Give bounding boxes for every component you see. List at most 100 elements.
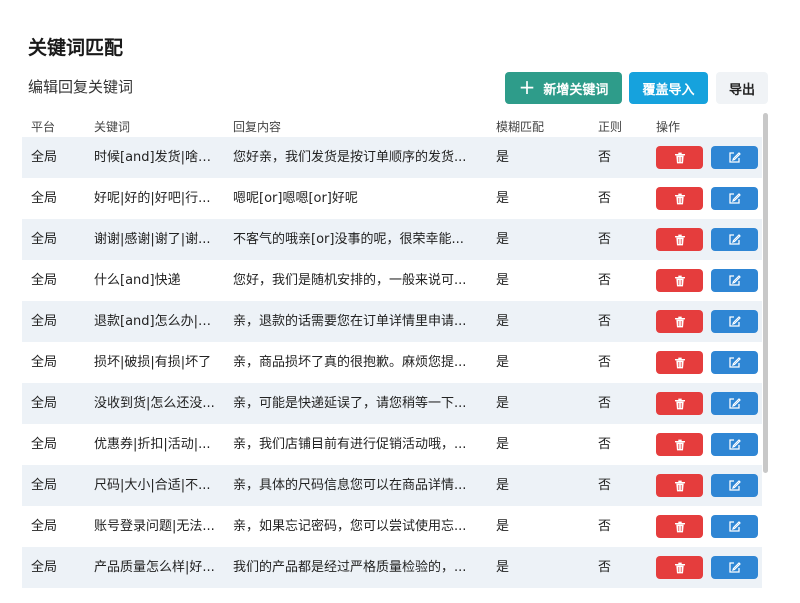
edit-button[interactable] xyxy=(711,187,758,210)
cell-platform: 全局 xyxy=(31,191,58,206)
edit-icon xyxy=(728,356,741,369)
edit-icon xyxy=(728,520,741,533)
cell-reply: 您好，我们是随机安排的，一般来说可... xyxy=(233,273,467,288)
cell-keyword: 退款[and]怎么办|怎... xyxy=(94,314,220,329)
table-row: 全局 账号登录问题|无法... 亲，如果忘记密码，您可以尝试使用忘... 是 否 xyxy=(22,506,762,547)
cell-fuzzy: 是 xyxy=(496,519,510,534)
table-row: 全局 损坏|破损|有损|坏了 亲，商品损坏了真的很抱歉。麻烦您提... 是 否 xyxy=(22,342,762,383)
cell-platform: 全局 xyxy=(31,478,58,493)
delete-button[interactable] xyxy=(656,433,703,456)
edit-button[interactable] xyxy=(711,228,758,251)
cell-fuzzy: 是 xyxy=(496,560,510,575)
keyword-table: 平台 关键词 回复内容 模糊匹配 正则 操作 全局 时候[and]发货|啥时...… xyxy=(22,113,762,588)
edit-icon xyxy=(728,479,741,492)
table-scrollbar[interactable] xyxy=(763,113,768,473)
header-platform: 平台 xyxy=(31,120,56,134)
cell-reply: 您好亲，我们发货是按订单顺序的发货... xyxy=(233,150,467,165)
cell-platform: 全局 xyxy=(31,396,58,411)
cell-fuzzy: 是 xyxy=(496,150,510,165)
trash-icon xyxy=(674,439,686,451)
edit-icon xyxy=(728,397,741,410)
cell-keyword: 什么[and]快递 xyxy=(94,273,181,288)
delete-button[interactable] xyxy=(656,474,703,497)
delete-button[interactable] xyxy=(656,146,703,169)
cell-reply: 亲，可能是快递延误了，请您稍等一下... xyxy=(233,396,467,411)
cell-fuzzy: 是 xyxy=(496,273,510,288)
cell-reply: 我们的产品都是经过严格质量检验的，... xyxy=(233,560,467,575)
cell-fuzzy: 是 xyxy=(496,437,510,452)
add-keyword-label: 新增关键词 xyxy=(543,82,609,98)
trash-icon xyxy=(674,357,686,369)
cell-keyword: 损坏|破损|有损|坏了 xyxy=(94,355,212,370)
trash-icon xyxy=(674,234,686,246)
edit-icon xyxy=(728,274,741,287)
edit-button[interactable] xyxy=(711,351,758,374)
cell-fuzzy: 是 xyxy=(496,232,510,247)
cell-reply: 亲，如果忘记密码，您可以尝试使用忘... xyxy=(233,519,467,534)
cell-reply: 亲，商品损坏了真的很抱歉。麻烦您提... xyxy=(233,355,467,370)
cell-reply: 亲，退款的话需要您在订单详情里申请... xyxy=(233,314,467,329)
cell-regex: 否 xyxy=(598,478,612,493)
delete-button[interactable] xyxy=(656,351,703,374)
edit-button[interactable] xyxy=(711,310,758,333)
delete-button[interactable] xyxy=(656,392,703,415)
overwrite-import-button[interactable]: 覆盖导入 xyxy=(629,72,708,104)
cell-reply: 亲，具体的尺码信息您可以在商品详情... xyxy=(233,478,467,493)
cell-fuzzy: 是 xyxy=(496,396,510,411)
add-keyword-button[interactable]: + 新增关键词 xyxy=(505,72,622,104)
delete-button[interactable] xyxy=(656,187,703,210)
cell-platform: 全局 xyxy=(31,519,58,534)
cell-regex: 否 xyxy=(598,437,612,452)
table-row: 全局 什么[and]快递 您好，我们是随机安排的，一般来说可... 是 否 xyxy=(22,260,762,301)
edit-button[interactable] xyxy=(711,556,758,579)
cell-keyword: 账号登录问题|无法... xyxy=(94,519,215,534)
trash-icon xyxy=(674,275,686,287)
delete-button[interactable] xyxy=(656,310,703,333)
trash-icon xyxy=(674,398,686,410)
plus-icon: + xyxy=(518,75,536,99)
cell-fuzzy: 是 xyxy=(496,355,510,370)
cell-regex: 否 xyxy=(598,519,612,534)
cell-regex: 否 xyxy=(598,273,612,288)
cell-keyword: 产品质量怎么样|好... xyxy=(94,560,215,575)
edit-button[interactable] xyxy=(711,433,758,456)
cell-regex: 否 xyxy=(598,232,612,247)
export-button[interactable]: 导出 xyxy=(716,72,768,104)
table-body: 全局 时候[and]发货|啥时... 您好亲，我们发货是按订单顺序的发货... 是否全… xyxy=(22,137,762,588)
table-row: 全局 退款[and]怎么办|怎... 亲，退款的话需要您在订单详情里申请... 是 否 xyxy=(22,301,762,342)
cell-platform: 全局 xyxy=(31,314,58,329)
delete-button[interactable] xyxy=(656,269,703,292)
edit-icon xyxy=(728,561,741,574)
delete-button[interactable] xyxy=(656,515,703,538)
cell-keyword: 尺码|大小|合适|不... xyxy=(94,478,211,493)
edit-icon xyxy=(728,315,741,328)
table-row: 全局 尺码|大小|合适|不... 亲，具体的尺码信息您可以在商品详情... 是 否 xyxy=(22,465,762,506)
table-header: 平台 关键词 回复内容 模糊匹配 正则 操作 xyxy=(22,113,762,137)
edit-button[interactable] xyxy=(711,269,758,292)
delete-button[interactable] xyxy=(656,228,703,251)
edit-button[interactable] xyxy=(711,392,758,415)
cell-fuzzy: 是 xyxy=(496,191,510,206)
trash-icon xyxy=(674,480,686,492)
page-subtitle: 编辑回复关键词 xyxy=(28,78,134,96)
trash-icon xyxy=(674,152,686,164)
edit-icon xyxy=(728,438,741,451)
table-row: 全局 时候[and]发货|啥时... 您好亲，我们发货是按订单顺序的发货... 是 否 xyxy=(22,137,762,178)
cell-fuzzy: 是 xyxy=(496,478,510,493)
cell-keyword: 优惠券|折扣|活动|... xyxy=(94,437,211,452)
cell-regex: 否 xyxy=(598,314,612,329)
edit-button[interactable] xyxy=(711,515,758,538)
cell-platform: 全局 xyxy=(31,150,58,165)
edit-button[interactable] xyxy=(711,474,758,497)
trash-icon xyxy=(674,316,686,328)
edit-button[interactable] xyxy=(711,146,758,169)
delete-button[interactable] xyxy=(656,556,703,579)
cell-reply: 亲，我们店铺目前有进行促销活动哦，... xyxy=(233,437,467,452)
cell-platform: 全局 xyxy=(31,560,58,575)
cell-reply: 不客气的哦亲[or]没事的呢，很荣幸能... xyxy=(233,232,464,247)
header-keyword: 关键词 xyxy=(94,120,131,134)
table-row: 全局 好呢|好的|好吧|行... 嗯呢[or]嗯嗯[or]好呢 是 否 xyxy=(22,178,762,219)
table-row: 全局 产品质量怎么样|好... 我们的产品都是经过严格质量检验的，... 是 否 xyxy=(22,547,762,588)
cell-regex: 否 xyxy=(598,560,612,575)
edit-icon xyxy=(728,192,741,205)
